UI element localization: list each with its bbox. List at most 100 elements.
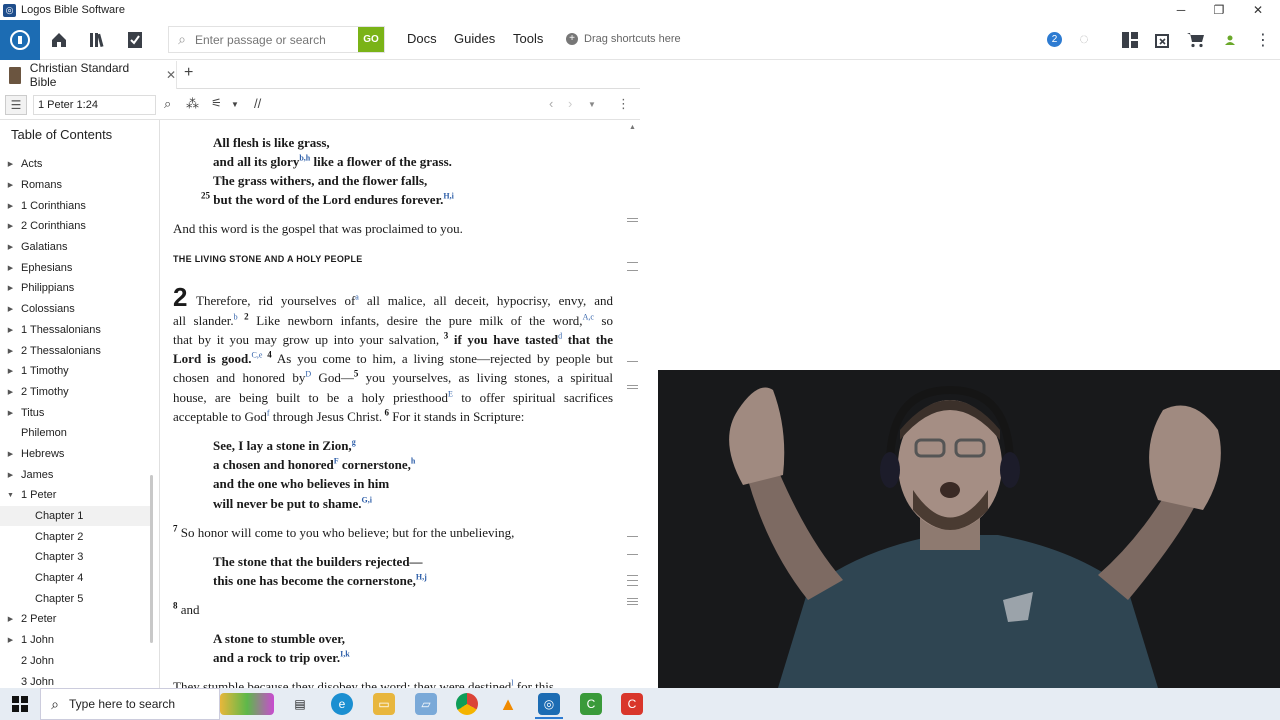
toc-item[interactable]: ▶ Romans: [0, 175, 152, 196]
toc-item[interactable]: ▶ 2 Timothy: [0, 382, 152, 403]
chevron-right-icon[interactable]: ▶: [0, 264, 21, 272]
cart-icon[interactable]: [1185, 29, 1207, 51]
file-explorer-icon[interactable]: ▭: [373, 693, 395, 715]
home-icon[interactable]: [40, 20, 78, 60]
tab-christian-standard-bible[interactable]: Christian Standard Bible ✕: [0, 61, 177, 89]
camtasia-recorder-icon[interactable]: C: [621, 693, 643, 715]
chevron-right-icon[interactable]: ▶: [0, 636, 21, 644]
vlc-icon[interactable]: ▲: [497, 693, 519, 715]
chrome-icon[interactable]: [456, 693, 478, 715]
tools-menu[interactable]: Tools: [513, 31, 543, 46]
footnote-marker[interactable]: g: [352, 438, 356, 447]
chevron-right-icon[interactable]: ▶: [0, 284, 21, 292]
checklist-icon[interactable]: [116, 20, 154, 60]
history-dropdown-icon[interactable]: ▼: [588, 100, 596, 109]
toc-item[interactable]: ▶ James: [0, 464, 152, 485]
chevron-right-icon[interactable]: ▶: [0, 388, 21, 396]
toc-item[interactable]: Chapter 1: [0, 505, 152, 527]
library-icon[interactable]: [78, 20, 116, 60]
desktop-app-icon[interactable]: ▱: [415, 693, 437, 715]
footnote-marker[interactable]: C,e: [252, 351, 263, 360]
close-all-panels-icon[interactable]: [1152, 29, 1174, 51]
chevron-right-icon[interactable]: ▶: [0, 222, 21, 230]
toc-item[interactable]: ▶ Ephesians: [0, 257, 152, 278]
toc-item[interactable]: ▶ Acts: [0, 154, 152, 175]
toc-scrollbar[interactable]: [150, 475, 153, 643]
footnote-marker[interactable]: I,k: [340, 650, 350, 659]
carnival-mask-icon[interactable]: [220, 693, 274, 715]
windows-start-button[interactable]: [0, 688, 40, 720]
search-icon[interactable]: ⌕: [164, 96, 171, 112]
shortcut-drop-zone[interactable]: + Drag shortcuts here: [566, 33, 681, 45]
chevron-right-icon[interactable]: ▶: [0, 243, 21, 251]
docs-menu[interactable]: Docs: [407, 31, 437, 46]
toc-item[interactable]: ▶ Galatians: [0, 237, 152, 258]
toc-item[interactable]: ▶ Philippians: [0, 278, 152, 299]
chevron-right-icon[interactable]: ▶: [0, 305, 21, 313]
toc-item[interactable]: Chapter 3: [0, 547, 152, 568]
panel-more-icon[interactable]: ⋮: [617, 96, 630, 112]
toc-item[interactable]: Chapter 5: [0, 588, 152, 609]
edge-browser-icon[interactable]: e: [331, 693, 353, 715]
chevron-down-icon[interactable]: ▼: [0, 492, 21, 499]
toc-item[interactable]: ▶ Hebrews: [0, 444, 152, 465]
reader-scrollbar[interactable]: ▲: [624, 120, 640, 688]
chevron-right-icon[interactable]: ▶: [0, 450, 21, 458]
footnote-marker[interactable]: h: [411, 457, 415, 466]
toc-item[interactable]: ▶ 2 Peter: [0, 609, 152, 630]
footnote-marker[interactable]: G,i: [362, 496, 372, 505]
sync-icon[interactable]: ◌: [1073, 29, 1095, 51]
restore-button[interactable]: ❐: [1200, 0, 1238, 20]
guides-menu[interactable]: Guides: [454, 31, 495, 46]
toc-item[interactable]: ▶ 2 Corinthians: [0, 216, 152, 237]
visual-filters-icon[interactable]: ⁂: [186, 96, 199, 112]
chevron-down-icon[interactable]: ▼: [231, 100, 239, 109]
logos-home-logo-button[interactable]: [0, 19, 40, 60]
layouts-icon[interactable]: [1119, 29, 1141, 51]
chevron-right-icon[interactable]: ▶: [0, 471, 21, 479]
toc-item[interactable]: 2 John: [0, 651, 152, 672]
user-account-icon[interactable]: [1219, 29, 1241, 51]
close-window-button[interactable]: ✕: [1239, 0, 1277, 20]
footnote-marker[interactable]: A,c: [583, 313, 594, 322]
footnote-marker[interactable]: b,h: [299, 154, 310, 163]
toc-item[interactable]: ▼ 1 Peter: [0, 485, 152, 506]
passage-search-input[interactable]: [195, 27, 358, 52]
toc-item[interactable]: ▶ 1 Timothy: [0, 361, 152, 382]
toc-item[interactable]: ▶ Titus: [0, 402, 152, 423]
back-arrow-icon[interactable]: ‹: [549, 96, 553, 111]
toc-item[interactable]: Chapter 2: [0, 526, 152, 547]
toc-item[interactable]: ▶ 1 John: [0, 630, 152, 651]
add-tab-button[interactable]: +: [184, 64, 193, 82]
scroll-up-icon[interactable]: ▲: [629, 124, 636, 131]
chevron-right-icon[interactable]: ▶: [0, 202, 21, 210]
task-view-icon[interactable]: ▤: [289, 693, 311, 715]
panel-menu-icon[interactable]: ☰: [5, 95, 27, 115]
toc-item[interactable]: ▶ Colossians: [0, 299, 152, 320]
logos-taskbar-icon[interactable]: ◎: [538, 693, 560, 715]
reference-input[interactable]: 1 Peter 1:24: [33, 95, 156, 115]
taskbar-search[interactable]: ⌕ Type here to search: [40, 688, 220, 720]
chevron-right-icon[interactable]: ▶: [0, 160, 21, 168]
go-button[interactable]: GO: [358, 27, 384, 52]
close-tab-icon[interactable]: ✕: [166, 68, 176, 82]
toc-item[interactable]: ▶ 1 Corinthians: [0, 195, 152, 216]
chevron-right-icon[interactable]: ▶: [0, 409, 21, 417]
footnote-marker[interactable]: H,i: [443, 192, 453, 201]
toc-item[interactable]: ▶ 2 Thessalonians: [0, 340, 152, 361]
toc-item[interactable]: Chapter 4: [0, 568, 152, 589]
inline-search-icon[interactable]: ⚟: [211, 96, 222, 110]
chevron-right-icon[interactable]: ▶: [0, 347, 21, 355]
footnote-marker[interactable]: H,j: [416, 573, 427, 582]
toc-item[interactable]: 3 John: [0, 671, 152, 688]
forward-arrow-icon[interactable]: ›: [568, 96, 572, 111]
toc-item[interactable]: ▶ 1 Thessalonians: [0, 320, 152, 341]
chevron-right-icon[interactable]: ▶: [0, 367, 21, 375]
chevron-right-icon[interactable]: ▶: [0, 181, 21, 189]
chevron-right-icon[interactable]: ▶: [0, 326, 21, 334]
parallel-resources-button[interactable]: //: [254, 96, 261, 111]
minimize-button[interactable]: ─: [1162, 0, 1200, 20]
more-options-icon[interactable]: ⋮: [1252, 29, 1274, 51]
chevron-right-icon[interactable]: ▶: [0, 615, 21, 623]
toc-item[interactable]: Philemon: [0, 423, 152, 444]
